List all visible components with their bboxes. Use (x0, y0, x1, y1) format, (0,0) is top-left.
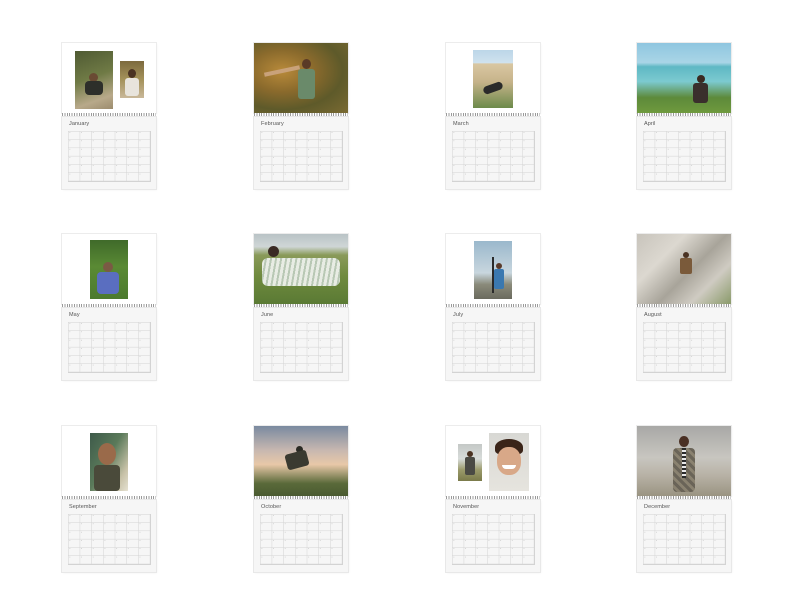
calendar-grid-page: October (254, 500, 348, 572)
calendar-page-july[interactable]: July (446, 234, 540, 380)
month-label: April (644, 121, 656, 127)
calendar-grid-page: August (637, 308, 731, 380)
calendar-grid-page: July (446, 308, 540, 380)
date-grid (452, 131, 535, 182)
calendar-page-june[interactable]: June (254, 234, 348, 380)
date-grid (260, 514, 343, 565)
photo-man-sitting-in-forest (75, 51, 113, 109)
month-label: September (69, 504, 97, 510)
date-grid (68, 514, 151, 565)
calendar-grid-page: December (637, 500, 731, 572)
photo-area (254, 426, 348, 496)
month-label: February (261, 121, 284, 127)
photo-area (637, 234, 731, 304)
month-label: January (69, 121, 90, 127)
month-label: November (453, 504, 480, 510)
date-grid (68, 322, 151, 373)
month-label: August (644, 312, 662, 318)
month-label: June (261, 312, 274, 318)
photo-area (637, 426, 731, 496)
date-grid (643, 514, 726, 565)
date-grid (68, 131, 151, 182)
photo-man-leaping-at-sunset (254, 426, 348, 496)
calendar-page-february[interactable]: February (254, 43, 348, 189)
calendar-page-april[interactable]: April (637, 43, 731, 189)
photo-area (254, 43, 348, 113)
photo-man-in-shrubs (90, 240, 128, 299)
month-label: May (69, 312, 80, 318)
photo-area (446, 43, 540, 113)
photo-man-portrait-small (120, 61, 144, 98)
calendar-grid-page: May (62, 308, 156, 380)
photo-area (446, 426, 540, 496)
photo-man-lying-on-dune (473, 50, 513, 108)
calendar-page-december[interactable]: December (637, 426, 731, 572)
date-grid (452, 322, 535, 373)
calendar-page-may[interactable]: May (62, 234, 156, 380)
photo-man-standing-by-pole (474, 241, 512, 299)
month-label: March (453, 121, 469, 127)
calendar-grid-page: February (254, 117, 348, 189)
photo-area (62, 43, 156, 113)
calendar-grid-page: November (446, 500, 540, 572)
date-grid (260, 322, 343, 373)
date-grid (643, 322, 726, 373)
photo-area (637, 43, 731, 113)
photo-area (62, 426, 156, 496)
calendar-grid-page: September (62, 500, 156, 572)
calendar-grid-page: March (446, 117, 540, 189)
photo-man-on-grassy-shore (637, 43, 731, 113)
month-label: October (261, 504, 282, 510)
calendar-page-september[interactable]: September (62, 426, 156, 572)
photo-area (446, 234, 540, 304)
calendar-grid-page: April (637, 117, 731, 189)
date-grid (643, 131, 726, 182)
date-grid (260, 131, 343, 182)
calendar-page-january[interactable]: January (62, 43, 156, 189)
photo-man-closeup-portrait (90, 433, 128, 491)
calendar-page-october[interactable]: October (254, 426, 348, 572)
photo-man-arms-spread-foliage (254, 43, 348, 113)
month-label: July (453, 312, 464, 318)
calendar-page-march[interactable]: March (446, 43, 540, 189)
photo-area (62, 234, 156, 304)
photo-man-standing-in-field (458, 444, 482, 481)
photo-man-in-patterned-coat (637, 426, 731, 496)
calendar-grid-page: January (62, 117, 156, 189)
month-label: December (644, 504, 671, 510)
date-grid (452, 514, 535, 565)
photo-man-reclining-striped-suit (254, 234, 348, 304)
photo-man-on-rocky-cliff (637, 234, 731, 304)
photo-area (254, 234, 348, 304)
calendar-grid-page: June (254, 308, 348, 380)
calendar-page-august[interactable]: August (637, 234, 731, 380)
photo-man-smiling-closeup (489, 433, 529, 491)
calendar-page-november[interactable]: November (446, 426, 540, 572)
